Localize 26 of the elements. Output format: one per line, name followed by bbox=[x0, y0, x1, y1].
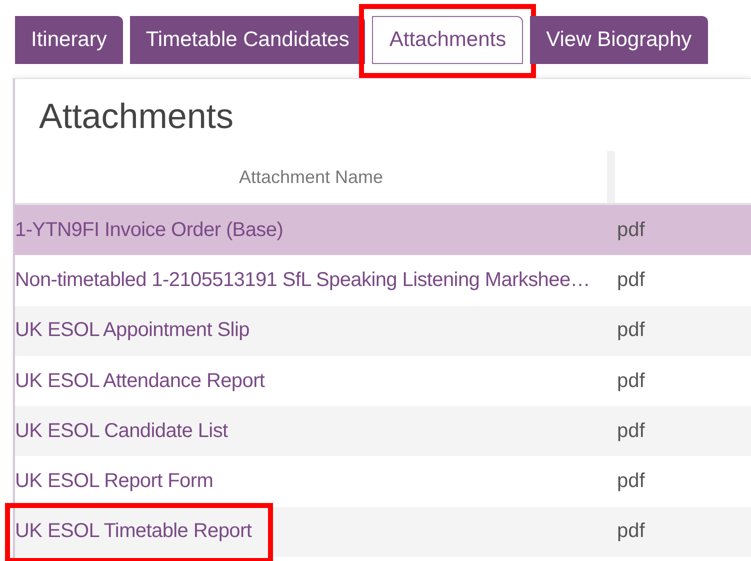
table-row[interactable]: UK ESOL Appointment Slip pdf bbox=[15, 306, 751, 356]
table-cell: pdf bbox=[617, 420, 645, 443]
table-cell: pdf bbox=[617, 319, 645, 342]
table-row[interactable]: Non-timetabled 1-2105513191 SfL Speaking Listening Markshee… pdf bbox=[15, 255, 751, 306]
table-row[interactable]: UK ESOL Candidate List pdf bbox=[15, 406, 751, 456]
table-cell: pdf bbox=[617, 520, 645, 544]
attachment-link[interactable]: UK ESOL Report Form bbox=[15, 470, 617, 494]
table-row[interactable]: UK ESOL Attendance Report pdf bbox=[15, 356, 751, 406]
table-cell: pdf bbox=[617, 370, 645, 393]
table-cell: pdf bbox=[617, 470, 645, 494]
tab[interactable]: Itinerary bbox=[15, 16, 123, 64]
table-row[interactable]: UK ESOL Timetable Report pdf bbox=[15, 506, 751, 558]
tab[interactable]: Attachments bbox=[372, 16, 524, 64]
tab[interactable]: View Biography bbox=[530, 16, 708, 64]
attachment-link[interactable]: Non-timetabled 1-2105513191 SfL Speaking Listening Markshee… bbox=[15, 268, 617, 292]
table-row[interactable]: UK ESOL Report Form pdf bbox=[15, 456, 751, 507]
table-cell: pdf bbox=[617, 218, 645, 242]
attachment-link[interactable]: UK ESOL Timetable Report bbox=[15, 520, 617, 544]
attachment-link[interactable]: UK ESOL Candidate List bbox=[15, 420, 617, 443]
tab[interactable]: Timetable Candidates bbox=[130, 16, 366, 64]
panel-title: Attachments bbox=[38, 96, 235, 138]
table-row[interactable]: 1-YTN9FI Invoice Order (Base) pdf bbox=[15, 205, 751, 256]
attachment-link[interactable]: UK ESOL Appointment Slip bbox=[15, 319, 617, 342]
attachment-link[interactable]: UK ESOL Attendance Report bbox=[15, 370, 617, 393]
attachment-link[interactable]: 1-YTN9FI Invoice Order (Base) bbox=[15, 218, 617, 242]
table-cell: pdf bbox=[617, 268, 645, 292]
